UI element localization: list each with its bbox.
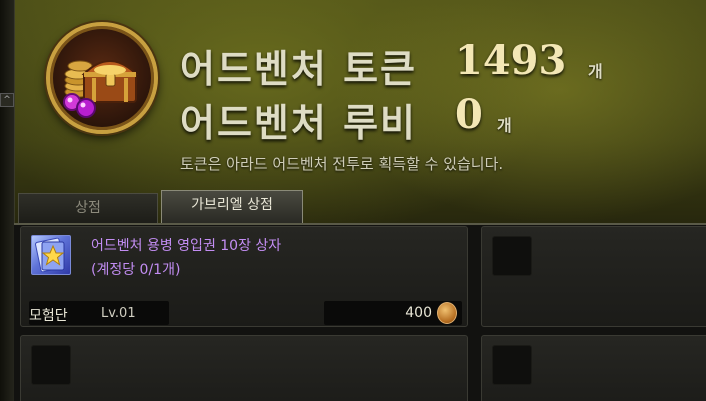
requirement-level: Lv.01 xyxy=(101,306,136,321)
ruby-count: 0 xyxy=(455,91,483,138)
treasure-chest-icon xyxy=(46,22,158,134)
tab-gabriel-shop[interactable]: 가브리엘 상점 xyxy=(161,190,303,223)
empty-item-card xyxy=(481,226,706,327)
token-count: 1493 xyxy=(455,37,567,84)
empty-item-card xyxy=(481,335,706,401)
ruby-unit: 개 xyxy=(497,116,512,135)
scroll-up-icon[interactable]: ^ xyxy=(0,93,14,107)
item-purchase-limit: (계정당 0/1개) xyxy=(91,262,181,278)
ruby-label: 어드벤처 루비 xyxy=(180,101,417,145)
coin-icon xyxy=(437,302,457,324)
empty-item-slot xyxy=(492,345,532,385)
token-unit: 개 xyxy=(588,62,603,81)
tab-shop[interactable]: 상점 xyxy=(18,193,158,223)
token-description: 토큰은 아라드 어드벤처 전투로 획득할 수 있습니다. xyxy=(180,155,504,173)
shop-item-panel: 어드벤처 용병 영입권 10장 상자 (계정당 0/1개) 모험단 Lv.01 … xyxy=(14,225,706,401)
card-star-icon xyxy=(31,235,71,275)
adventure-shop-window: ^ 어드벤처 토큰 1493 개 어드벤처 루비 0 개 토큰은 아라드 어드벤… xyxy=(0,0,706,401)
empty-item-card xyxy=(20,335,468,401)
requirement-label: 모험단 xyxy=(29,308,68,324)
item-price: 400 xyxy=(405,305,432,321)
empty-item-slot xyxy=(492,236,532,276)
empty-item-slot xyxy=(31,345,71,385)
token-label: 어드벤처 토큰 xyxy=(180,47,417,91)
left-scrollbar[interactable]: ^ xyxy=(0,0,15,401)
item-name: 어드벤처 용병 영입권 10장 상자 xyxy=(91,238,282,254)
shop-item-card[interactable]: 어드벤처 용병 영입권 10장 상자 (계정당 0/1개) 모험단 Lv.01 … xyxy=(20,226,468,327)
